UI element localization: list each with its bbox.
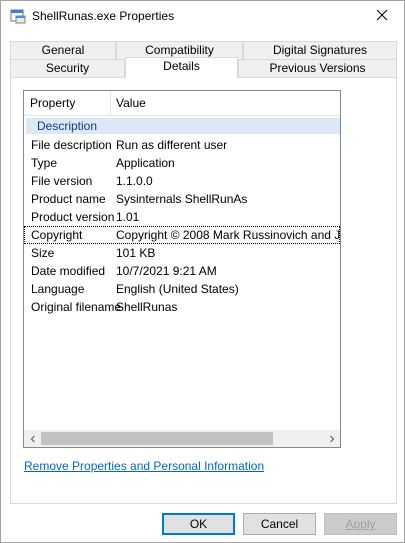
list-item[interactable]: File version 1.1.0.0 <box>24 172 340 190</box>
group-header-description[interactable]: Description <box>26 118 340 134</box>
tab-label: Security <box>45 61 90 75</box>
list-header: Property Value <box>24 91 340 116</box>
property-value: Copyright © 2008 Mark Russinovich and Jo… <box>116 228 341 242</box>
tab-details[interactable]: Details <box>125 57 238 78</box>
list-item[interactable]: Language English (United States) <box>24 280 340 298</box>
list-item-focused[interactable]: Copyright Copyright © 2008 Mark Russinovi… <box>24 226 340 244</box>
list-item[interactable]: Original filename ShellRunas <box>24 298 340 316</box>
property-name: File description <box>31 138 112 152</box>
tab-label: Details <box>163 59 200 73</box>
property-name: Product version <box>31 210 115 224</box>
tab-label: General <box>41 43 85 57</box>
property-name: Product name <box>31 192 106 206</box>
list-item[interactable]: Type Application <box>24 154 340 172</box>
tab-security[interactable]: Security <box>10 59 125 78</box>
scroll-right-button[interactable] <box>323 430 340 447</box>
property-name: Type <box>31 156 58 170</box>
window-title: ShellRunas.exe Properties <box>32 9 175 23</box>
column-header-property[interactable]: Property <box>24 91 110 115</box>
cancel-button[interactable]: Cancel <box>243 513 316 535</box>
property-name: Copyright <box>31 228 83 242</box>
property-name: File version <box>31 174 93 188</box>
close-icon <box>376 9 388 24</box>
property-value: Run as different user <box>116 138 228 152</box>
tab-previous-versions[interactable]: Previous Versions <box>238 59 397 78</box>
scrollbar-thumb[interactable] <box>41 432 273 445</box>
apply-button[interactable]: Apply <box>324 513 397 535</box>
tab-general[interactable]: General <box>10 41 116 60</box>
chevron-right-icon <box>328 432 336 446</box>
list-item[interactable]: Product name Sysinternals ShellRunAs <box>24 190 340 208</box>
details-panel: Property Value Description File descript… <box>10 77 397 504</box>
property-name: Language <box>31 282 85 296</box>
property-value: 10/7/2021 9:21 AM <box>116 264 217 278</box>
property-name: Date modified <box>31 264 106 278</box>
horizontal-scrollbar[interactable] <box>24 430 340 447</box>
property-name: Original filename <box>31 300 122 314</box>
list-item[interactable]: Product version 1.01 <box>24 208 340 226</box>
property-value: ShellRunas <box>116 300 178 314</box>
scroll-left-button[interactable] <box>24 430 41 447</box>
properties-dialog: ShellRunas.exe Properties General Compat… <box>0 0 405 543</box>
details-list[interactable]: Property Value Description File descript… <box>23 90 341 448</box>
chevron-left-icon <box>29 432 37 446</box>
tab-label: Previous Versions <box>269 61 366 75</box>
property-value: 1.1.0.0 <box>116 174 153 188</box>
column-header-value[interactable]: Value <box>110 91 340 115</box>
tab-label: Digital Signatures <box>272 43 368 57</box>
property-name: Size <box>31 246 55 260</box>
tab-digital-signatures[interactable]: Digital Signatures <box>243 41 397 60</box>
property-value: 101 KB <box>116 246 156 260</box>
tab-row-front: Security Details Previous Versions <box>10 57 397 78</box>
tab-label: Compatibility <box>145 43 214 57</box>
ok-button[interactable]: OK <box>162 513 235 535</box>
apply-button-label: Apply <box>345 517 376 531</box>
list-item[interactable]: File description Run as different user <box>24 136 340 154</box>
list-item[interactable]: Size 101 KB <box>24 244 340 262</box>
property-value: Application <box>116 156 175 170</box>
title-bar[interactable]: ShellRunas.exe Properties <box>1 1 404 33</box>
close-button[interactable] <box>359 1 405 32</box>
property-value: Sysinternals ShellRunAs <box>116 192 248 206</box>
group-label: Description <box>37 119 98 133</box>
list-item[interactable]: Date modified 10/7/2021 9:21 AM <box>24 262 340 280</box>
remove-properties-link[interactable]: Remove Properties and Personal Informati… <box>24 459 264 473</box>
application-file-icon <box>10 8 26 24</box>
property-value: 1.01 <box>116 210 140 224</box>
property-value: English (United States) <box>116 282 239 296</box>
